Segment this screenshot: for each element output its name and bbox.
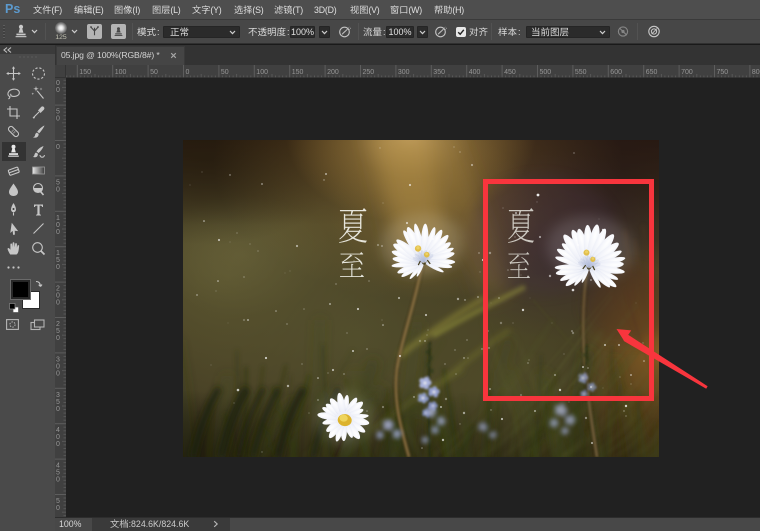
svg-text:0: 0 — [56, 229, 60, 236]
svg-text:450: 450 — [504, 69, 516, 76]
svg-text:0: 0 — [56, 222, 60, 229]
svg-text:300: 300 — [398, 69, 410, 76]
svg-text:5: 5 — [56, 498, 60, 505]
svg-text:50: 50 — [150, 69, 158, 76]
svg-text:0: 0 — [56, 264, 60, 271]
svg-text:400: 400 — [469, 69, 481, 76]
svg-text:0: 0 — [56, 370, 60, 377]
svg-text:0: 0 — [56, 293, 60, 300]
svg-text:3: 3 — [56, 356, 60, 363]
svg-text:2: 2 — [56, 321, 60, 328]
svg-text:800: 800 — [752, 69, 760, 76]
svg-text:50: 50 — [221, 69, 229, 76]
svg-text:4: 4 — [56, 427, 60, 434]
svg-text:0: 0 — [56, 80, 60, 87]
svg-text:100: 100 — [256, 69, 268, 76]
svg-text:5: 5 — [56, 109, 60, 116]
svg-text:150: 150 — [79, 69, 91, 76]
svg-text:350: 350 — [433, 69, 445, 76]
svg-text:0: 0 — [56, 441, 60, 448]
svg-text:550: 550 — [575, 69, 587, 76]
svg-text:5: 5 — [56, 328, 60, 335]
svg-text:0: 0 — [56, 363, 60, 370]
svg-text:0: 0 — [56, 144, 60, 151]
svg-text:600: 600 — [610, 69, 622, 76]
svg-text:650: 650 — [646, 69, 658, 76]
svg-text:2: 2 — [56, 286, 60, 293]
svg-text:0: 0 — [56, 335, 60, 342]
svg-text:5: 5 — [56, 257, 60, 264]
svg-text:5: 5 — [56, 179, 60, 186]
svg-text:750: 750 — [717, 69, 729, 76]
svg-text:0: 0 — [56, 477, 60, 484]
svg-text:0: 0 — [56, 87, 60, 94]
svg-text:4: 4 — [56, 463, 60, 470]
svg-text:0: 0 — [56, 116, 60, 123]
svg-text:250: 250 — [363, 69, 375, 76]
svg-text:3: 3 — [56, 392, 60, 399]
svg-text:150: 150 — [292, 69, 304, 76]
svg-text:0: 0 — [56, 434, 60, 441]
svg-text:1: 1 — [56, 215, 60, 222]
svg-text:1: 1 — [56, 250, 60, 257]
svg-text:100: 100 — [115, 69, 127, 76]
svg-text:700: 700 — [681, 69, 693, 76]
svg-text:5: 5 — [56, 399, 60, 406]
svg-text:0: 0 — [186, 69, 190, 76]
svg-text:200: 200 — [327, 69, 339, 76]
svg-text:0: 0 — [56, 300, 60, 307]
svg-text:0: 0 — [56, 505, 60, 512]
svg-text:0: 0 — [56, 406, 60, 413]
svg-text:0: 0 — [56, 186, 60, 193]
svg-text:500: 500 — [540, 69, 552, 76]
svg-text:5: 5 — [56, 470, 60, 477]
